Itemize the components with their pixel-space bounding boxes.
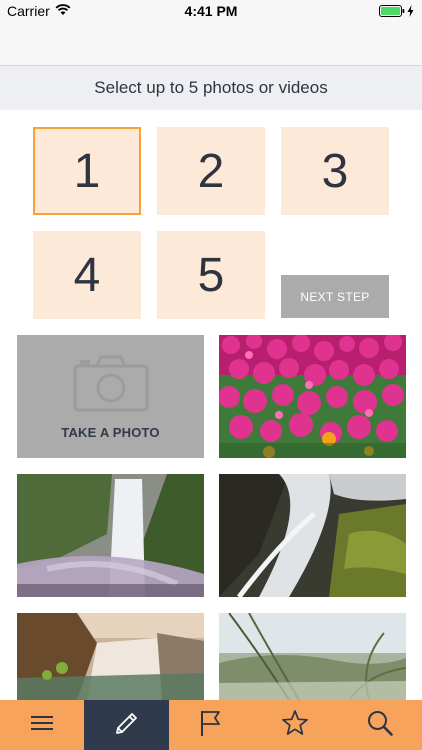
instruction-text: Select up to 5 photos or videos: [94, 78, 328, 97]
instruction-banner: Select up to 5 photos or videos: [0, 66, 422, 110]
tab-edit[interactable]: [84, 700, 169, 750]
take-photo-label: TAKE A PHOTO: [61, 424, 160, 440]
selection-slot-5[interactable]: 5: [157, 231, 265, 319]
flag-icon: [198, 709, 224, 742]
tab-flag[interactable]: [169, 700, 253, 750]
slot-number: 1: [73, 144, 101, 198]
status-bar: Carrier 4:41 PM: [0, 0, 422, 22]
slot-number: 2: [197, 144, 225, 198]
slot-number: 4: [73, 248, 101, 302]
photo-thumbnail-waterfall-2[interactable]: [219, 474, 406, 597]
tab-bar: [0, 700, 422, 750]
battery-icon: [379, 4, 405, 20]
tab-favorites[interactable]: [253, 700, 337, 750]
slot-number: 5: [197, 248, 225, 302]
tab-menu[interactable]: [0, 700, 84, 750]
selection-slot-4[interactable]: 4: [33, 231, 141, 319]
navigation-bar: [0, 22, 422, 66]
tab-search[interactable]: [338, 700, 422, 750]
search-icon: [366, 709, 394, 742]
photo-thumbnail-waterfall-1[interactable]: [17, 474, 204, 597]
photo-thumbnail-flowers[interactable]: [219, 335, 406, 458]
pencil-icon: [113, 709, 141, 742]
selection-slot-1[interactable]: 1: [33, 127, 141, 215]
status-time: 4:41 PM: [184, 3, 238, 19]
battery-indicator: [379, 4, 414, 20]
selection-slot-2[interactable]: 2: [157, 127, 265, 215]
selection-slot-3[interactable]: 3: [281, 127, 389, 215]
next-step-button[interactable]: NEXT STEP: [281, 275, 389, 318]
camera-icon: [73, 354, 149, 417]
menu-icon: [30, 714, 54, 737]
star-icon: [281, 709, 309, 742]
charging-bolt-icon: [407, 4, 414, 20]
take-photo-tile[interactable]: TAKE A PHOTO: [17, 335, 204, 458]
slot-number: 3: [321, 144, 349, 198]
